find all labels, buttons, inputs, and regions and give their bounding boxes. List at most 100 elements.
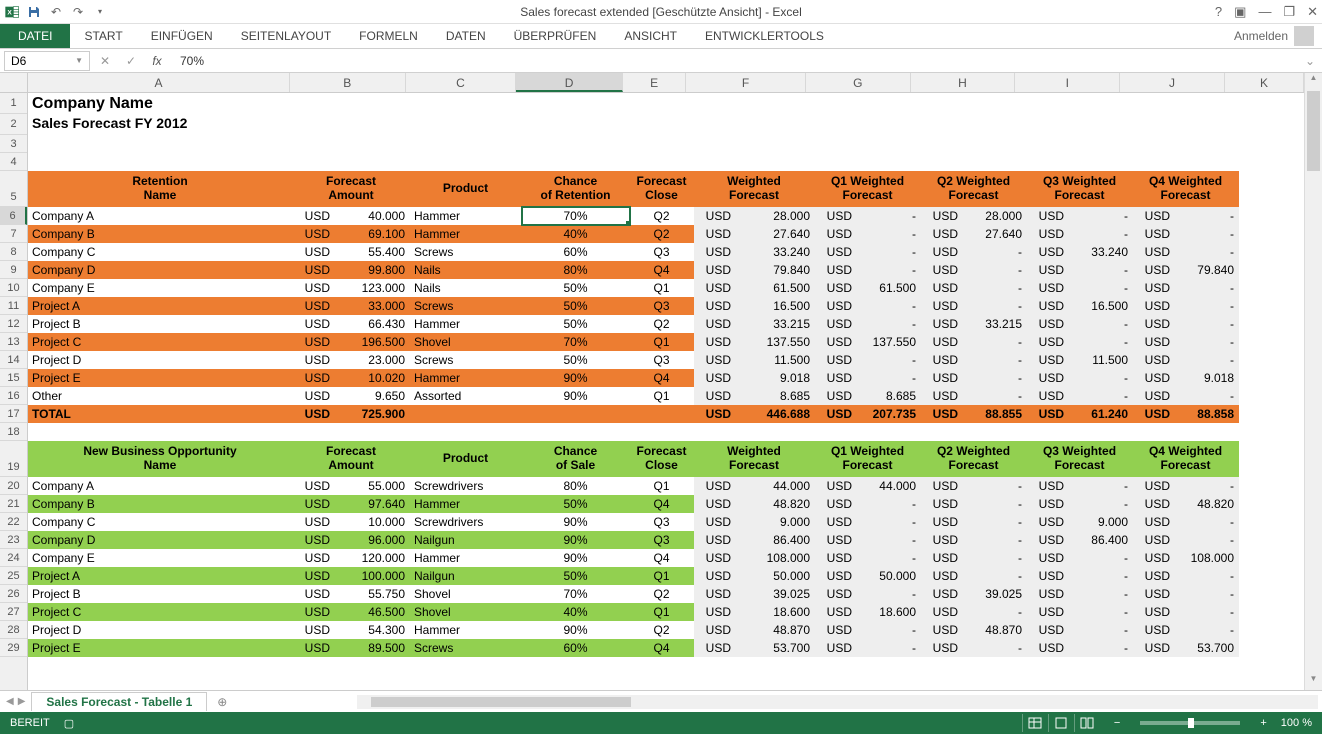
table-cell[interactable]: 11.500: [1069, 351, 1133, 369]
view-normal-icon[interactable]: [1022, 714, 1048, 732]
table-cell[interactable]: 9.000: [1069, 513, 1133, 531]
table-cell[interactable]: -: [857, 549, 921, 567]
table-cell[interactable]: USD: [694, 513, 736, 531]
table-cell[interactable]: USD: [921, 585, 963, 603]
table-cell[interactable]: USD: [921, 387, 963, 405]
table-cell[interactable]: USD: [1133, 531, 1175, 549]
table-cell[interactable]: Q2: [630, 207, 694, 225]
zoom-in-icon[interactable]: +: [1260, 717, 1266, 729]
tab-entwicklertools[interactable]: ENTWICKLERTOOLS: [691, 24, 838, 48]
table-cell[interactable]: USD: [815, 513, 857, 531]
table-cell[interactable]: 40%: [522, 603, 630, 621]
table-cell[interactable]: 11.500: [736, 351, 815, 369]
table-cell[interactable]: USD: [815, 549, 857, 567]
col-header-J[interactable]: J: [1120, 73, 1225, 92]
table-cell[interactable]: USD: [1133, 369, 1175, 387]
table-cell[interactable]: USD: [293, 549, 335, 567]
table-cell[interactable]: USD: [1133, 621, 1175, 639]
table-cell[interactable]: USD: [1133, 639, 1175, 657]
row-header-12[interactable]: 12: [0, 315, 27, 333]
horizontal-scrollbar[interactable]: [357, 695, 1318, 709]
table-cell[interactable]: Q4: [630, 495, 694, 513]
table-cell[interactable]: Other: [28, 387, 293, 405]
table-cell[interactable]: Q1: [630, 567, 694, 585]
section2-header[interactable]: WeightedForecast: [694, 441, 815, 477]
table-cell[interactable]: Project A: [28, 567, 293, 585]
col-header-F[interactable]: F: [686, 73, 806, 92]
table-cell[interactable]: Q1: [630, 603, 694, 621]
table-cell[interactable]: 18.600: [857, 603, 921, 621]
add-sheet-icon[interactable]: ⊕: [207, 695, 237, 709]
table-cell[interactable]: 16.500: [1069, 297, 1133, 315]
table-cell[interactable]: USD: [293, 603, 335, 621]
table-cell[interactable]: 33.240: [736, 243, 815, 261]
table-cell[interactable]: 90%: [522, 387, 630, 405]
table-cell[interactable]: 69.100: [335, 225, 410, 243]
table-cell[interactable]: USD: [1027, 279, 1069, 297]
table-cell[interactable]: 100.000: [335, 567, 410, 585]
col-header-D[interactable]: D: [516, 73, 623, 92]
table-cell[interactable]: 16.500: [736, 297, 815, 315]
table-cell[interactable]: Company D: [28, 261, 293, 279]
table-cell[interactable]: USD: [815, 639, 857, 657]
section1-header[interactable]: Chanceof Retention: [522, 171, 630, 207]
cells-grid[interactable]: Company NameSales Forecast FY 2012Retent…: [28, 93, 1304, 690]
col-header-K[interactable]: K: [1225, 73, 1304, 92]
view-page-break-icon[interactable]: [1074, 714, 1100, 732]
row-header-27[interactable]: 27: [0, 603, 27, 621]
table-cell[interactable]: -: [1069, 639, 1133, 657]
table-cell[interactable]: USD: [1027, 333, 1069, 351]
row-header-17[interactable]: 17: [0, 405, 27, 423]
row-header-7[interactable]: 7: [0, 225, 27, 243]
page-title[interactable]: Company Name: [28, 93, 1228, 114]
table-cell[interactable]: 10.020: [335, 369, 410, 387]
table-cell[interactable]: 18.600: [736, 603, 815, 621]
row-header-9[interactable]: 9: [0, 261, 27, 279]
table-cell[interactable]: 27.640: [736, 225, 815, 243]
formula-expand-icon[interactable]: ⌄: [1302, 54, 1318, 68]
table-cell[interactable]: -: [857, 351, 921, 369]
table-cell[interactable]: 48.820: [736, 495, 815, 513]
table-cell[interactable]: 86.400: [736, 531, 815, 549]
table-cell[interactable]: -: [857, 243, 921, 261]
table-cell[interactable]: USD: [1133, 495, 1175, 513]
table-cell[interactable]: Hammer: [410, 315, 522, 333]
table-cell[interactable]: -: [963, 639, 1027, 657]
table-cell[interactable]: USD: [815, 603, 857, 621]
table-cell[interactable]: -: [963, 549, 1027, 567]
table-cell[interactable]: Company E: [28, 549, 293, 567]
table-cell[interactable]: 39.025: [963, 585, 1027, 603]
table-cell[interactable]: USD: [921, 531, 963, 549]
table-cell[interactable]: USD: [815, 585, 857, 603]
table-cell[interactable]: Q3: [630, 513, 694, 531]
table-cell[interactable]: USD: [1133, 549, 1175, 567]
table-cell[interactable]: USD: [1133, 567, 1175, 585]
col-header-B[interactable]: B: [290, 73, 406, 92]
table-cell[interactable]: USD: [293, 225, 335, 243]
table-cell[interactable]: -: [1069, 279, 1133, 297]
section2-header[interactable]: ForecastAmount: [293, 441, 410, 477]
table-cell[interactable]: -: [963, 369, 1027, 387]
table-cell[interactable]: 33.215: [963, 315, 1027, 333]
table-cell[interactable]: Q2: [630, 621, 694, 639]
table-cell[interactable]: -: [1175, 351, 1239, 369]
table-cell[interactable]: 55.750: [335, 585, 410, 603]
table-cell[interactable]: Q1: [630, 477, 694, 495]
table-cell[interactable]: USD: [694, 243, 736, 261]
table-cell[interactable]: 8.685: [857, 387, 921, 405]
table-cell[interactable]: USD: [1027, 297, 1069, 315]
name-box[interactable]: D6 ▼: [4, 51, 90, 71]
table-cell[interactable]: USD: [1027, 639, 1069, 657]
table-cell[interactable]: -: [1069, 333, 1133, 351]
table-cell[interactable]: 66.430: [335, 315, 410, 333]
table-cell[interactable]: USD: [293, 513, 335, 531]
vertical-scrollbar[interactable]: ▲ ▼: [1304, 73, 1322, 690]
table-cell[interactable]: USD: [921, 243, 963, 261]
table-cell[interactable]: -: [1069, 621, 1133, 639]
table-cell[interactable]: USD: [293, 333, 335, 351]
table-cell[interactable]: USD: [921, 567, 963, 585]
table-cell[interactable]: Nails: [410, 279, 522, 297]
table-cell[interactable]: -: [1069, 585, 1133, 603]
table-cell[interactable]: USD: [293, 585, 335, 603]
table-cell[interactable]: 90%: [522, 369, 630, 387]
